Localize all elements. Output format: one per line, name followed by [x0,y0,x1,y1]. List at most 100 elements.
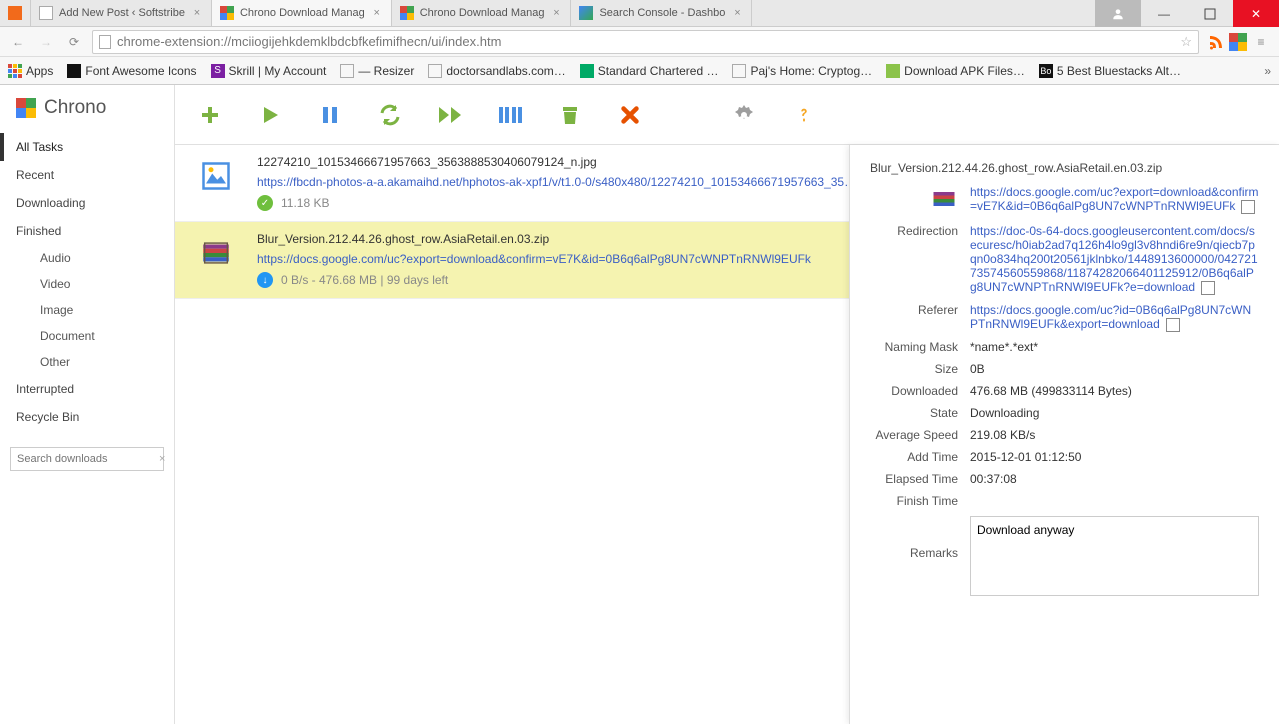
apps-icon [8,64,22,78]
sidebar-item-recycle[interactable]: Recycle Bin [0,403,174,431]
label-downloaded: Downloaded [870,384,970,398]
browser-tab[interactable] [0,0,31,26]
pause-all-button[interactable] [497,102,523,128]
panel-collapse-handle[interactable]: 〉 [849,405,850,445]
delete-button[interactable] [617,102,643,128]
sidebar-item-recent[interactable]: Recent [0,161,174,189]
bookmark-item[interactable]: Paj's Home: Cryptog… [732,64,872,78]
search-input[interactable] [17,453,159,465]
clear-button[interactable] [557,102,583,128]
main-content: 12274210_10153466671957663_3563888530406… [175,85,1279,724]
restart-button[interactable] [377,102,403,128]
apps-label: Apps [26,64,53,78]
forward-button[interactable]: → [36,32,56,52]
search-input-wrapper: × [10,447,164,471]
bookmark-favicon: S [211,64,225,78]
bookmark-label: Skrill | My Account [229,64,327,78]
sidebar: Chrono All Tasks Recent Downloading Fini… [0,85,175,724]
app-name: Chrono [44,97,106,119]
details-finish [970,494,1259,508]
file-thumb-archive [195,232,237,274]
rss-icon[interactable] [1207,33,1225,51]
sidebar-sub-image[interactable]: Image [0,297,174,323]
bookmark-item[interactable]: Download APK Files… [886,64,1025,78]
details-referer[interactable]: https://docs.google.com/uc?id=0B6q6alPg8… [970,303,1259,332]
label-naming-mask: Naming Mask [870,340,970,354]
close-icon[interactable]: × [731,7,743,19]
check-icon: ✓ [257,195,273,211]
browser-tab[interactable]: Search Console - Dashbo× [571,0,752,26]
sidebar-sub-video[interactable]: Video [0,271,174,297]
bookmark-item[interactable]: Font Awesome Icons [67,64,196,78]
browser-tab-strip: Add New Post ‹ Softstribe× Chrono Downlo… [0,0,1279,27]
back-button[interactable]: ← [8,32,28,52]
label-state: State [870,406,970,420]
details-source-url[interactable]: https://docs.google.com/uc?export=downlo… [970,185,1259,216]
page-icon [340,64,354,78]
bookmark-favicon [580,64,594,78]
bookmark-item[interactable]: Standard Chartered … [580,64,719,78]
remarks-textarea[interactable] [970,516,1259,596]
pause-button[interactable] [317,102,343,128]
user-icon[interactable] [1095,0,1141,27]
add-button[interactable] [197,102,223,128]
maximize-button[interactable] [1187,0,1233,27]
details-redirection[interactable]: https://doc-0s-64-docs.googleusercontent… [970,224,1259,295]
bookmark-item[interactable]: S Skrill | My Account [211,64,327,78]
sidebar-sub-document[interactable]: Document [0,323,174,349]
chrono-favicon [400,6,414,20]
start-button[interactable] [257,102,283,128]
close-icon[interactable]: × [371,7,383,19]
window-close-button[interactable]: ✕ [1233,0,1279,27]
chrono-app: Chrono All Tasks Recent Downloading Fini… [0,85,1279,724]
page-icon [99,35,111,49]
browser-tab[interactable]: Add New Post ‹ Softstribe× [31,0,212,26]
bookmark-item[interactable]: doctorsandlabs.com… [428,64,565,78]
chrono-ext-icon[interactable] [1229,33,1247,51]
apps-button[interactable]: Apps [8,64,53,78]
address-bar[interactable]: chrome-extension://mciiogijehkdemklbdcbf… [92,30,1199,54]
label-elapsed: Elapsed Time [870,472,970,486]
copy-icon[interactable] [1201,281,1215,295]
chrono-favicon [220,6,234,20]
details-downloaded: 476.68 MB (499833114 Bytes) [970,384,1259,398]
link-text: https://docs.google.com/uc?export=downlo… [970,185,1259,213]
sidebar-item-all-tasks[interactable]: All Tasks [0,133,174,161]
star-icon[interactable]: ☆ [1180,34,1192,50]
bookmark-item[interactable]: — Resizer [340,64,414,78]
browser-tab-active[interactable]: Chrono Download Manag× [212,0,392,26]
sidebar-sub-other[interactable]: Other [0,349,174,375]
settings-button[interactable] [731,102,757,128]
reload-button[interactable]: ⟳ [64,32,84,52]
close-icon[interactable]: × [550,7,562,19]
browser-tab[interactable]: Chrono Download Manag× [392,0,572,26]
menu-icon[interactable]: ≡ [1251,32,1271,52]
details-naming-mask: *name*.*ext* [970,340,1259,354]
details-avg-speed: 219.08 KB/s [970,428,1259,442]
toolbar [175,85,1279,145]
tab-favicon [8,6,22,20]
label-finish: Finish Time [870,494,970,508]
sidebar-item-interrupted[interactable]: Interrupted [0,375,174,403]
minimize-button[interactable]: — [1141,0,1187,27]
start-all-button[interactable] [437,102,463,128]
sidebar-item-downloading[interactable]: Downloading [0,189,174,217]
help-button[interactable] [791,102,817,128]
file-thumb-image [195,155,237,197]
sidebar-sub-audio[interactable]: Audio [0,245,174,271]
link-text: https://docs.google.com/uc?id=0B6q6alPg8… [970,303,1251,331]
sidebar-item-finished[interactable]: Finished [0,217,174,245]
details-state: Downloading [970,406,1259,420]
bookmark-item[interactable]: Bo5 Best Bluestacks Alt… [1039,64,1181,78]
copy-icon[interactable] [1241,200,1255,214]
url-text: chrome-extension://mciiogijehkdemklbdcbf… [117,34,1174,49]
clear-icon[interactable]: × [159,453,165,465]
details-size: 0B [970,362,1259,376]
extension-icons: ≡ [1207,32,1271,52]
bookmark-label: Standard Chartered … [598,64,719,78]
bookmarks-overflow[interactable]: » [1264,64,1271,78]
close-icon[interactable]: × [191,7,203,19]
copy-icon[interactable] [1166,318,1180,332]
url-toolbar: ← → ⟳ chrome-extension://mciiogijehkdemk… [0,27,1279,57]
app-logo: Chrono [0,97,174,133]
